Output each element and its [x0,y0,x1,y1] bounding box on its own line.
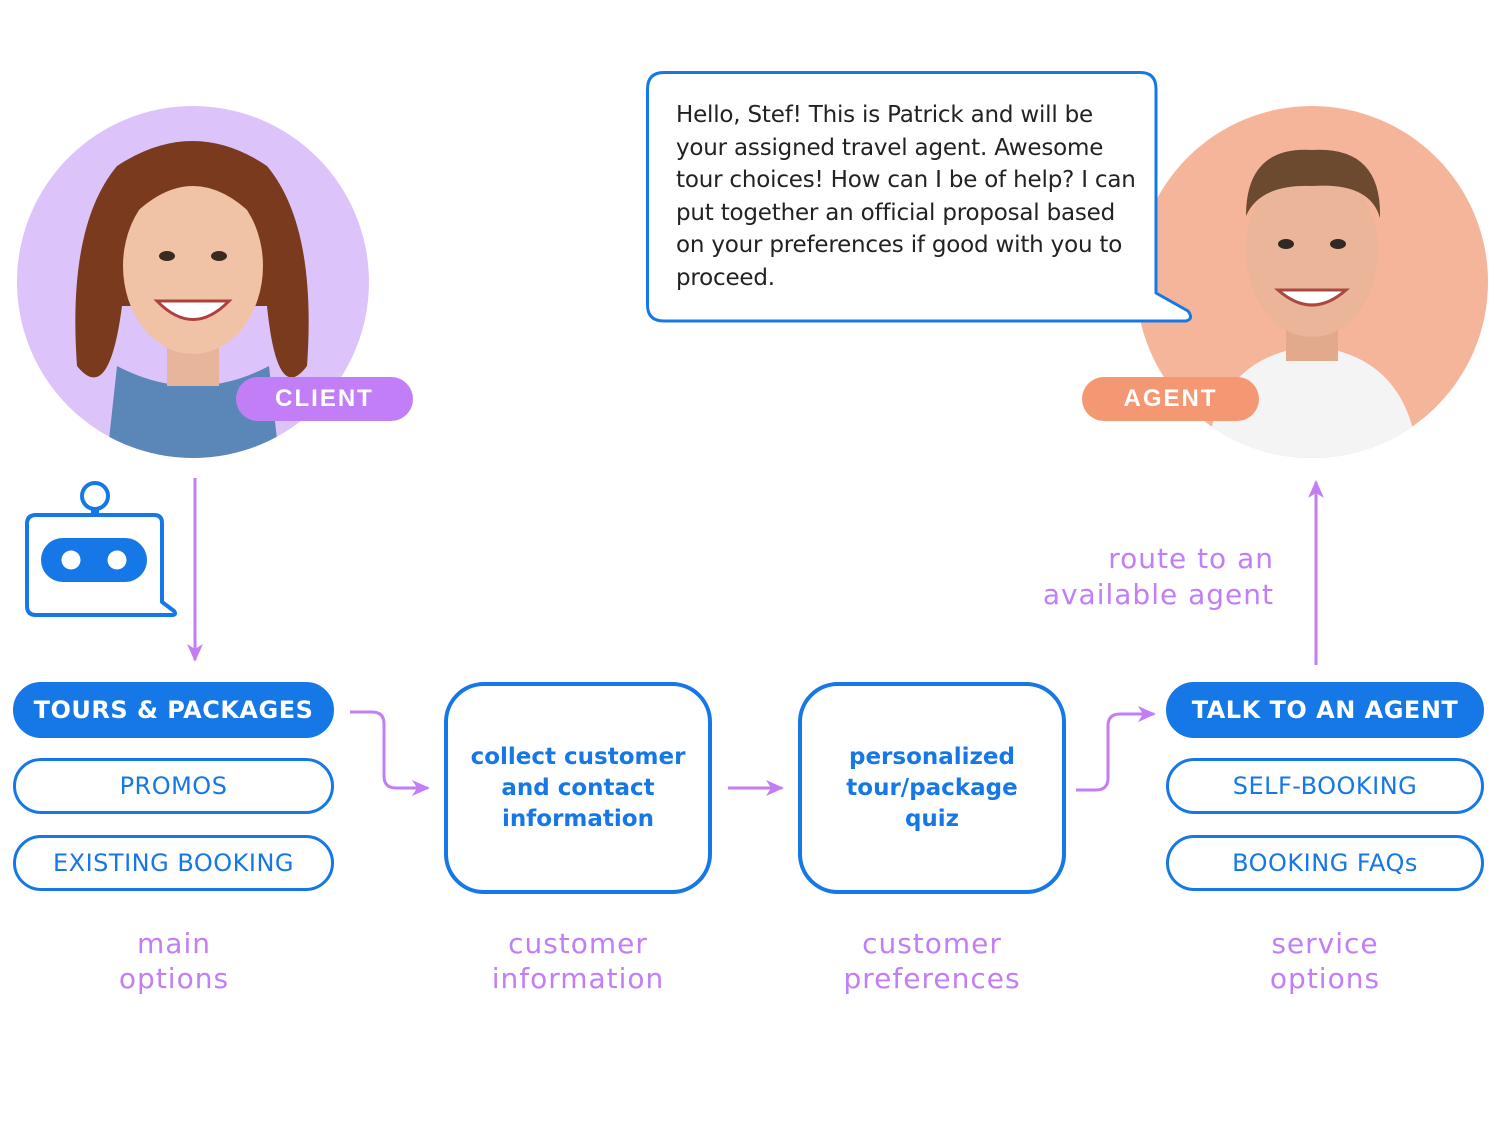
route-label-line: route to an [1108,542,1274,575]
main-options-caption: main options [54,926,294,996]
caption-line: customer [862,927,1002,960]
step-text-line: information [502,805,654,832]
step-preference-quiz: personalized tour/package quiz [798,682,1066,894]
arrow-quiz-to-service [1076,706,1156,792]
step-text-line: tour/package [846,774,1018,801]
option-booking-faqs[interactable]: BOOKING FAQs [1166,835,1484,891]
caption-line: preferences [843,962,1021,995]
route-label-line: available agent [1042,578,1274,611]
caption-line: options [1269,962,1381,995]
step-text-line: quiz [904,805,960,832]
customer-preferences-caption: customer preferences [792,926,1072,996]
step-text-line: and contact [501,774,655,801]
step-text-line: collect customer [470,743,686,770]
step-text-line: personalized [848,743,1015,770]
agent-role-badge: AGENT [1082,377,1259,421]
caption-line: customer [508,927,648,960]
client-role-badge: CLIENT [236,377,413,421]
option-talk-to-agent[interactable]: TALK TO AN AGENT [1166,682,1484,738]
caption-line: options [118,962,230,995]
step-collect-info: collect customer and contact information [444,682,712,894]
option-existing-booking[interactable]: EXISTING BOOKING [13,835,334,891]
agent-speech-bubble: Hello, Stef! This is Patrick and will be… [646,71,1193,323]
service-options-caption: service options [1205,926,1445,996]
option-self-booking[interactable]: SELF-BOOKING [1166,758,1484,814]
option-tours-packages[interactable]: TOURS & PACKAGES [13,682,334,738]
caption-line: information [491,962,665,995]
robot-chat-icon [25,481,178,617]
arrow-options-to-info [350,710,430,796]
agent-message: Hello, Stef! This is Patrick and will be… [676,102,1136,291]
caption-line: service [1271,927,1379,960]
option-promos[interactable]: PROMOS [13,758,334,814]
caption-line: main [137,927,211,960]
route-to-agent-label: route to an available agent [1010,541,1274,613]
customer-information-caption: customer information [438,926,718,996]
